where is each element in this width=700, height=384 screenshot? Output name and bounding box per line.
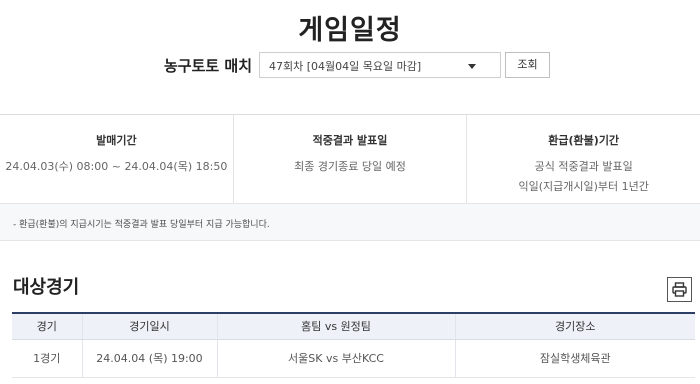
- column-header: 경기일시: [81, 313, 217, 340]
- column-header: 경기장소: [454, 313, 695, 340]
- notice-text: - 환급(환불)의 지급시기는 적중결과 발표 당일부터 지급 가능합니다.: [13, 220, 270, 230]
- info-text: 최종 경기종료 당일 예정: [294, 160, 406, 173]
- table-header-row: 경기 경기일시 홈팀 vs 원정팀 경기장소: [12, 313, 695, 340]
- game-teams: 서울SK vs 부산KCC: [216, 339, 455, 378]
- game-number: 1경기: [12, 339, 82, 378]
- page-title: 게임일정: [298, 15, 402, 46]
- chevron-down-icon: [468, 64, 476, 69]
- info-text: 익일(지급개시일)부터 1년간: [518, 180, 649, 193]
- column-header: 경기: [12, 313, 82, 340]
- info-title: 적중결과 발표일: [312, 134, 388, 147]
- game-datetime: 24.04.04 (목) 19:00: [81, 339, 217, 378]
- info-sale-period: 발매기간 24.04.03(수) 08:00 ~ 24.04.04(목) 18:…: [0, 115, 233, 203]
- round-select[interactable]: 47회차 [04월04일 목요일 마감]: [259, 52, 501, 78]
- sale-info-box: 발매기간 24.04.03(수) 08:00 ~ 24.04.04(목) 18:…: [0, 114, 700, 204]
- info-refund-period: 환급(환불)기간 공식 적중결과 발표일 익일(지급개시일)부터 1년간: [466, 115, 700, 203]
- table-row: 1경기 24.04.04 (목) 19:00 서울SK vs 부산KCC 잠실학…: [12, 339, 695, 378]
- print-button[interactable]: [667, 277, 692, 302]
- search-button[interactable]: 조회: [505, 52, 550, 78]
- games-table: 경기 경기일시 홈팀 vs 원정팀 경기장소 1경기 24.04.04 (목) …: [12, 312, 695, 378]
- round-select-value: 47회차 [04월04일 목요일 마감]: [269, 60, 422, 73]
- info-title: 발매기간: [96, 134, 137, 147]
- notice-bar: - 환급(환불)의 지급시기는 적중결과 발표 당일부터 지급 가능합니다.: [0, 204, 700, 241]
- info-result-date: 적중결과 발표일 최종 경기종료 당일 예정: [232, 115, 467, 203]
- column-header: 홈팀 vs 원정팀: [216, 313, 455, 340]
- match-label: 농구토토 매치: [163, 57, 252, 75]
- printer-icon: [672, 282, 687, 297]
- info-text: 24.04.03(수) 08:00 ~ 24.04.04(목) 18:50: [5, 160, 228, 173]
- info-text: 공식 적중결과 발표일: [534, 160, 633, 173]
- section-title: 대상경기: [13, 277, 80, 298]
- info-title: 환급(환불)기간: [548, 134, 620, 147]
- game-venue: 잠실학생체육관: [454, 339, 695, 378]
- match-selector-row: 농구토토 매치 47회차 [04월04일 목요일 마감] 조회: [0, 52, 700, 78]
